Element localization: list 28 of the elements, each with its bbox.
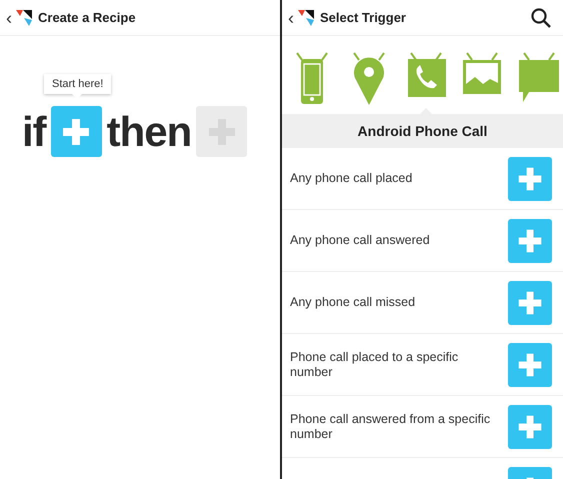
section-header: Android Phone Call [282,114,563,148]
if-word: if [22,108,46,156]
trigger-label[interactable]: Any phone call missed [290,295,500,310]
trigger-label[interactable]: Phone call placed to a specific number [290,350,500,379]
add-button[interactable] [508,156,552,200]
add-button[interactable] [508,342,552,386]
add-button[interactable] [50,106,102,157]
then-word: then [106,108,192,156]
trigger-label[interactable]: Any phone call placed [290,171,500,186]
plus-icon [517,228,543,254]
plus-icon [517,414,543,440]
plus-icon [517,166,543,192]
add-button[interactable] [508,280,552,324]
search-icon[interactable] [531,8,551,28]
add-button[interactable] [196,106,248,157]
trigger-label[interactable]: Any phone call answered [290,233,500,248]
plus-icon [517,352,543,378]
screen-title: Select Trigger [320,10,406,25]
back-button[interactable]: ‹ [288,8,294,26]
screen-title: Create a Recipe [38,10,136,25]
back-button[interactable]: ‹ [6,8,12,26]
add-button[interactable] [508,218,552,262]
add-button[interactable] [508,404,552,448]
logo-icon [298,10,314,26]
logo-icon [16,10,32,26]
plus-icon [517,290,543,316]
trigger-label[interactable]: Phone call answered from a specific number [290,412,500,441]
plus-icon [61,116,92,146]
